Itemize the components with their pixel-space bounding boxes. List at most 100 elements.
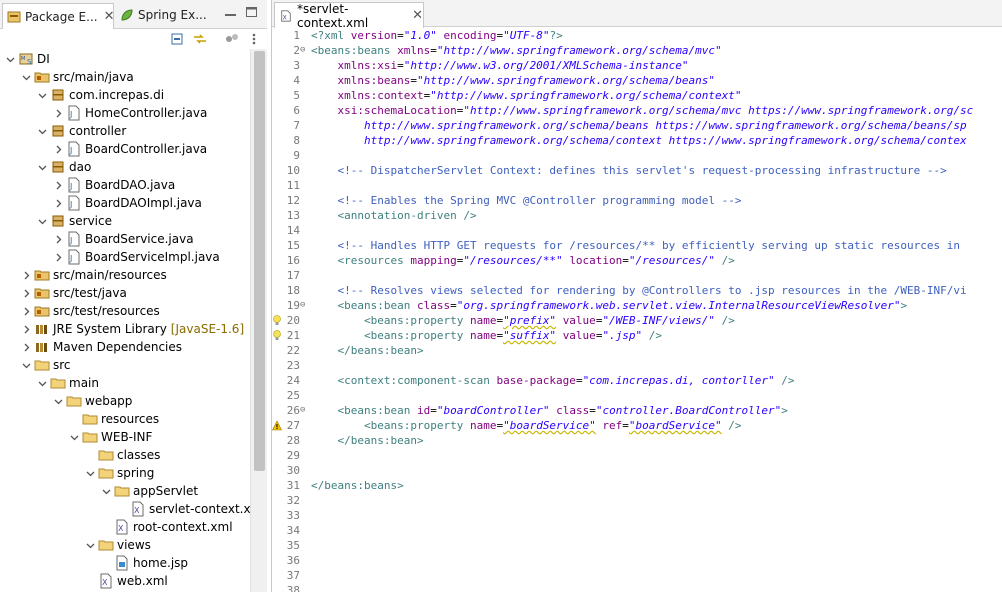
quick-fix-bulb-icon[interactable] — [272, 313, 282, 328]
chevron-right-icon[interactable] — [20, 338, 32, 356]
code-line[interactable]: 13 <annotation-driven /> — [272, 208, 1002, 223]
code-line[interactable]: 27 <beans:property name="boardService" r… — [272, 418, 1002, 433]
chevron-down-icon[interactable] — [20, 356, 32, 374]
code-line[interactable]: 18 <!-- Resolves views selected for rend… — [272, 283, 1002, 298]
code-line[interactable]: 9 — [272, 148, 1002, 163]
chevron-down-icon[interactable] — [36, 212, 48, 230]
tree-item[interactable]: src/main/resources — [0, 266, 250, 284]
code-line[interactable]: 24 <context:component-scan base-package=… — [272, 373, 1002, 388]
tree-item[interactable]: src/main/java — [0, 68, 250, 86]
filter-icon[interactable] — [224, 32, 240, 46]
tree-item[interactable]: Maven Dependencies — [0, 338, 250, 356]
code-line[interactable]: 1 <?xml version="1.0" encoding="UTF-8"?> — [272, 28, 1002, 43]
tree-item[interactable]: J BoardServiceImpl.java — [0, 248, 250, 266]
chevron-down-icon[interactable] — [68, 428, 80, 446]
code-area[interactable]: 1 <?xml version="1.0" encoding="UTF-8"?> 2… — [272, 27, 1002, 592]
tree-item[interactable]: home.jsp — [0, 554, 250, 572]
code-line[interactable]: 2 ⊖ <beans:beans xmlns="http://www.springf… — [272, 43, 1002, 58]
tree-scrollbar-thumb[interactable] — [254, 51, 265, 471]
code-line[interactable]: 14 — [272, 223, 1002, 238]
chevron-down-icon[interactable] — [52, 392, 64, 410]
tree-item[interactable]: resources — [0, 410, 250, 428]
code-line[interactable]: 31 </beans:beans> — [272, 478, 1002, 493]
code-line[interactable]: 29 — [272, 448, 1002, 463]
code-line[interactable]: 35 — [272, 538, 1002, 553]
code-line[interactable]: 28 </beans:bean> — [272, 433, 1002, 448]
fold-toggle-icon[interactable]: ⊖ — [300, 43, 309, 58]
code-line[interactable]: 17 — [272, 268, 1002, 283]
tab-servlet-context-xml[interactable]: X *servlet-context.xml ✕ — [274, 2, 424, 30]
tree-item[interactable]: views — [0, 536, 250, 554]
tree-item[interactable]: appServlet — [0, 482, 250, 500]
code-line[interactable]: 15 <!-- Handles HTTP GET requests for /r… — [272, 238, 1002, 253]
maximize-icon[interactable] — [245, 6, 258, 18]
code-line[interactable]: 11 — [272, 178, 1002, 193]
tree-item[interactable]: Xservlet-context.xml — [0, 500, 250, 518]
chevron-down-icon[interactable] — [36, 122, 48, 140]
tree-item[interactable]: Xroot-context.xml — [0, 518, 250, 536]
chevron-down-icon[interactable] — [84, 536, 96, 554]
chevron-down-icon[interactable] — [4, 50, 16, 68]
fold-toggle-icon[interactable]: ⊖ — [300, 403, 309, 418]
code-line[interactable]: 37 — [272, 568, 1002, 583]
code-line[interactable]: 21 <beans:property name="suffix" value="… — [272, 328, 1002, 343]
code-line[interactable]: 22 </beans:bean> — [272, 343, 1002, 358]
warning-icon[interactable] — [272, 418, 282, 433]
link-with-editor-icon[interactable] — [192, 32, 208, 46]
tree-item[interactable]: spring — [0, 464, 250, 482]
tree-item[interactable]: M S DI — [0, 50, 250, 68]
chevron-down-icon[interactable] — [36, 374, 48, 392]
chevron-down-icon[interactable] — [36, 86, 48, 104]
tree-item[interactable]: J HomeController.java — [0, 104, 250, 122]
tree-item[interactable]: J BoardController.java — [0, 140, 250, 158]
tree-item[interactable]: service — [0, 212, 250, 230]
chevron-right-icon[interactable] — [52, 104, 64, 122]
fold-toggle-icon[interactable]: ⊖ — [300, 298, 309, 313]
chevron-right-icon[interactable] — [20, 266, 32, 284]
code-line[interactable]: 19 ⊖ <beans:bean class="org.springframewo… — [272, 298, 1002, 313]
code-line[interactable]: 6 xsi:schemaLocation="http://www.springf… — [272, 103, 1002, 118]
code-line[interactable]: 32 — [272, 493, 1002, 508]
minimize-icon[interactable] — [224, 6, 237, 18]
tree-item[interactable]: WEB-INF — [0, 428, 250, 446]
tree-item[interactable]: Xweb.xml — [0, 572, 250, 590]
tree-item[interactable]: src — [0, 356, 250, 374]
code-line[interactable]: 12 <!-- Enables the Spring MVC @Controll… — [272, 193, 1002, 208]
chevron-right-icon[interactable] — [20, 284, 32, 302]
code-line[interactable]: 8 http://www.springframework.org/schema/… — [272, 133, 1002, 148]
chevron-right-icon[interactable] — [20, 302, 32, 320]
tree-item[interactable]: webapp — [0, 392, 250, 410]
view-menu-icon[interactable] — [246, 32, 262, 46]
tab-spring-explorer[interactable]: Spring Ex... — [116, 3, 212, 27]
chevron-right-icon[interactable] — [52, 230, 64, 248]
code-line[interactable]: 30 — [272, 463, 1002, 478]
tree-item[interactable]: J BoardDAO.java — [0, 176, 250, 194]
code-line[interactable]: 26 ⊖ <beans:bean id="boardController" cla… — [272, 403, 1002, 418]
tree-item[interactable]: com.increpas.di — [0, 86, 250, 104]
tree-item[interactable]: JRE System Library [JavaSE-1.6] — [0, 320, 250, 338]
tree-item[interactable]: J BoardService.java — [0, 230, 250, 248]
code-line[interactable]: 36 — [272, 553, 1002, 568]
tree-item[interactable]: src/test/java — [0, 284, 250, 302]
tree-item[interactable]: src/test/resources — [0, 302, 250, 320]
chevron-right-icon[interactable] — [20, 320, 32, 338]
code-line[interactable]: 7 http://www.springframework.org/schema/… — [272, 118, 1002, 133]
chevron-down-icon[interactable] — [84, 464, 96, 482]
code-line[interactable]: 23 — [272, 358, 1002, 373]
tab-package-explorer[interactable]: Package E... ✕ — [2, 3, 115, 29]
tree-scrollbar[interactable] — [250, 49, 267, 592]
code-line[interactable]: 3 xmlns:xsi="http://www.w3.org/2001/XMLS… — [272, 58, 1002, 73]
code-line[interactable]: 38 — [272, 583, 1002, 592]
quick-fix-bulb-icon[interactable] — [272, 328, 282, 343]
tree-item[interactable]: J BoardDAOImpl.java — [0, 194, 250, 212]
code-line[interactable]: 20 <beans:property name="prefix" value="… — [272, 313, 1002, 328]
code-line[interactable]: 33 — [272, 508, 1002, 523]
code-line[interactable]: 25 — [272, 388, 1002, 403]
code-line[interactable]: 34 — [272, 523, 1002, 538]
code-line[interactable]: 4 xmlns:beans="http://www.springframewor… — [272, 73, 1002, 88]
collapse-all-icon[interactable] — [170, 32, 186, 46]
chevron-down-icon[interactable] — [20, 68, 32, 86]
chevron-right-icon[interactable] — [52, 140, 64, 158]
chevron-down-icon[interactable] — [36, 158, 48, 176]
tree-item[interactable]: main — [0, 374, 250, 392]
